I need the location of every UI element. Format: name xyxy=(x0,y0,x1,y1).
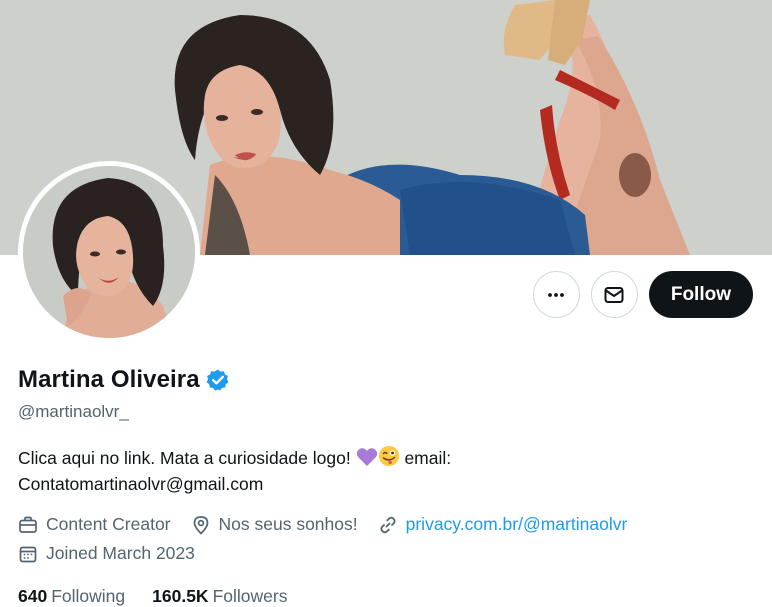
location-item: Nos seus sonhos! xyxy=(191,512,358,537)
display-name: Martina Oliveira xyxy=(18,366,200,393)
website-link[interactable]: privacy.com.br/@martinaolvr xyxy=(406,514,628,535)
profile-info: Martina Oliveira @martinaolvr_ Clica aqu… xyxy=(18,366,758,607)
calendar-icon xyxy=(19,546,37,562)
message-button[interactable] xyxy=(590,271,638,318)
bio-text-line1: Clica aqui no link. Mata a curiosidade l… xyxy=(18,448,351,468)
profile-actions: Follow xyxy=(532,271,753,318)
name-row: Martina Oliveira xyxy=(18,366,758,394)
following-count: 640 xyxy=(18,586,48,606)
winking-tongue-face-icon xyxy=(378,446,399,466)
joined-item: Joined March 2023 xyxy=(18,541,195,566)
bio-email-prefix: email: xyxy=(404,448,452,468)
followers-label: Followers xyxy=(212,586,288,606)
followers-count: 160.5K xyxy=(152,586,209,606)
website-item: privacy.com.br/@martinaolvr xyxy=(378,512,628,537)
profile-meta: Content Creator Nos seus sonhos! privacy… xyxy=(18,512,718,566)
category-label: Content Creator xyxy=(46,514,171,534)
location-label: Nos seus sonhos! xyxy=(218,514,358,534)
follow-button[interactable]: Follow xyxy=(648,271,753,318)
purple-heart-icon xyxy=(356,448,377,466)
link-icon xyxy=(380,516,396,533)
location-pin-icon xyxy=(193,515,208,534)
followers-link[interactable]: 160.5K Followers xyxy=(152,586,287,607)
avatar-photo xyxy=(23,166,195,338)
username-handle: @martinaolvr_ xyxy=(18,402,129,421)
envelope-icon xyxy=(604,286,624,303)
bio-email: Contatomartinaolvr@gmail.com xyxy=(18,474,264,494)
following-link[interactable]: 640 Following xyxy=(18,586,125,607)
more-icon xyxy=(548,292,565,297)
profile-stats: 640 Following 160.5K Followers xyxy=(18,586,758,607)
profile-bio: Clica aqui no link. Mata a curiosidade l… xyxy=(18,445,758,497)
more-button[interactable] xyxy=(532,271,580,318)
following-label: Following xyxy=(51,586,126,606)
joined-label: Joined March 2023 xyxy=(46,543,195,563)
verified-badge-icon[interactable] xyxy=(206,368,230,392)
category-item: Content Creator xyxy=(18,512,171,537)
briefcase-icon xyxy=(19,516,37,533)
profile-avatar[interactable] xyxy=(18,161,200,343)
